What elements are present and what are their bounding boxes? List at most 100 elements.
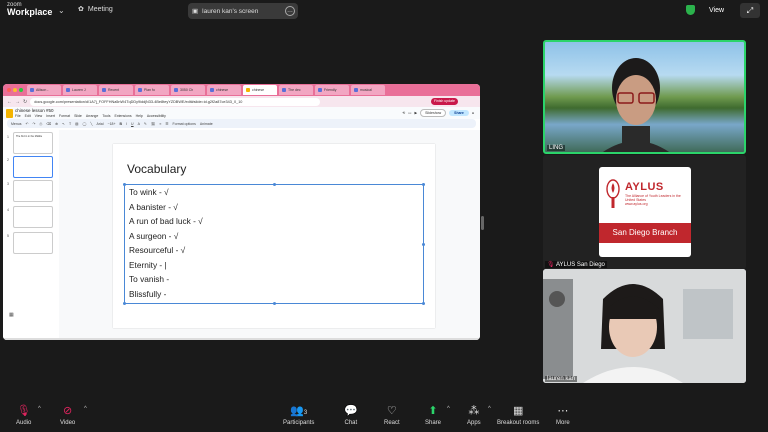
security-shield-icon[interactable] [686,5,695,15]
animate-button[interactable]: Animate [200,122,213,126]
meet-icon[interactable]: ▶ [414,111,417,115]
print-icon[interactable]: ⎙ [39,122,42,126]
menus-search[interactable]: Menus [11,122,22,126]
menu-extensions[interactable]: Extensions [114,114,131,118]
reload-icon[interactable]: ↻ [23,99,27,105]
slide-thumbnail[interactable] [13,180,53,202]
slide-thumbnail[interactable] [13,206,53,228]
textbox-icon[interactable]: T [69,122,71,126]
slide-thumbnail-active[interactable] [13,156,53,178]
redo-icon[interactable]: ↷ [32,122,35,126]
image-icon[interactable]: ▨ [75,122,78,126]
font-size-icon[interactable]: −18+ [108,122,116,126]
slide-filmstrip: 1 The Kid in in the Middle 2 3 4 5 ▦ [3,130,59,340]
react-button[interactable]: ♡ React [384,404,400,426]
menu-help[interactable]: Help [136,114,143,118]
resize-handle[interactable] [123,302,126,305]
highlight-icon[interactable]: ✎ [144,122,147,126]
menu-tools[interactable]: Tools [102,114,110,118]
line-icon[interactable]: ╲ [90,122,92,126]
resize-handle[interactable] [422,243,425,246]
comment-icon[interactable]: ▭ [408,111,411,115]
browser-tab[interactable]: Plan fo [135,85,169,95]
format-options-button[interactable]: Format options [172,122,195,126]
window-controls[interactable] [7,88,23,92]
video-options-caret-icon[interactable]: ^ [84,406,87,412]
browser-tab[interactable]: chinese [207,85,241,95]
more-button[interactable]: ⋯ More [556,404,570,426]
more-options-icon[interactable]: … [285,6,295,16]
link-icon[interactable]: ⛓ [151,122,155,126]
history-icon[interactable]: ⟲ [402,111,405,115]
browser-tab[interactable]: The dec [279,85,313,95]
browser-tab[interactable]: Recent [99,85,133,95]
speaker-notes-divider[interactable] [3,338,480,340]
slide-canvas[interactable]: Vocabulary To wink - √ A banister - √ A … [113,144,435,328]
audio-button[interactable]: 🎙 Audio [16,404,31,426]
slide-title[interactable]: Vocabulary [127,162,186,176]
participant-tile[interactable]: AYLUS The Alliance of Youth Leaders in t… [543,155,746,269]
italic-icon[interactable]: I [126,122,127,126]
resize-handle[interactable] [273,302,276,305]
menu-edit[interactable]: Edit [25,114,31,118]
text-color-icon[interactable]: A [138,122,140,126]
share-button[interactable]: Share [449,110,469,116]
paint-format-icon[interactable]: ⌫ [46,122,51,126]
chat-button[interactable]: 💬 Chat [344,404,358,426]
select-icon[interactable]: ↖ [62,122,65,126]
chevron-down-icon[interactable]: ⌄ [58,6,65,15]
browser-tab[interactable]: 3050 Ch [171,85,205,95]
resize-handle[interactable] [422,183,425,186]
breakout-rooms-button[interactable]: ▦ Breakout rooms [497,404,539,426]
apps-button[interactable]: ⁂ Apps [467,404,481,426]
apps-options-caret-icon[interactable]: ^ [488,406,491,412]
undo-icon[interactable]: ↶ [26,122,29,126]
resize-handle[interactable] [273,183,276,186]
bullets-icon[interactable]: ☰ [165,122,168,126]
participants-button[interactable]: 👥3 Participants [283,404,314,426]
participant-tile-active-speaker[interactable]: LING [543,40,746,154]
zoom-icon[interactable]: ⊕ [55,122,58,126]
menu-accessibility[interactable]: Accessibility [147,114,166,118]
share-scrollbar[interactable] [481,216,484,230]
fullscreen-button[interactable]: ⤢ [740,3,760,18]
browser-tab[interactable]: Friendly [315,85,349,95]
video-button[interactable]: ⊘ Video [60,404,75,426]
share-options-caret-icon[interactable]: ^ [447,406,450,412]
slide-thumbnail[interactable] [13,232,53,254]
slides-logo-icon[interactable] [6,109,13,118]
underline-icon[interactable]: U [131,122,134,126]
document-title[interactable]: chinese lesson #50 [15,108,54,113]
forward-icon[interactable]: → [15,99,20,105]
browser-tab[interactable]: musical [351,85,385,95]
menu-insert[interactable]: Insert [46,114,55,118]
back-icon[interactable]: ← [7,99,12,105]
align-icon[interactable]: ≡ [159,122,161,126]
menu-format[interactable]: Format [59,114,70,118]
audio-options-caret-icon[interactable]: ^ [38,406,41,412]
browser-tab-active[interactable]: chinese [243,85,277,95]
menu-file[interactable]: File [15,114,21,118]
slide-thumbnail[interactable]: The Kid in in the Middle [13,132,53,154]
view-button[interactable]: View [700,3,733,18]
shape-icon[interactable]: ◯ [82,122,86,126]
menu-slide[interactable]: Slide [74,114,82,118]
screen-share-pill[interactable]: ▣ lauren kan's screen … [188,3,298,19]
browser-tab[interactable]: Lauren J [63,85,97,95]
bold-icon[interactable]: B [120,122,123,126]
resize-handle[interactable] [422,302,425,305]
menu-view[interactable]: View [35,114,43,118]
participant-tile[interactable]: lauren kan [543,269,746,383]
finish-update-button[interactable]: Finish update [430,98,458,105]
address-bar[interactable]: docs.google.com/presentation/d/1A7j_FOFF… [30,97,321,106]
browser-tab[interactable]: Allison - [27,85,61,95]
resize-handle[interactable] [123,183,126,186]
vocab-textbox[interactable]: To wink - √ A banister - √ A run of bad … [123,183,425,305]
menu-arrange[interactable]: Arrange [86,114,98,118]
account-avatar[interactable]: ● [472,111,474,115]
grid-view-icon[interactable]: ▦ [9,312,14,318]
slideshow-button[interactable]: Slideshow [420,109,447,117]
meeting-label-group[interactable]: ✿ Meeting [78,5,113,14]
font-select[interactable]: Arial [97,122,104,126]
share-screen-button[interactable]: ⬆ Share [425,404,441,426]
